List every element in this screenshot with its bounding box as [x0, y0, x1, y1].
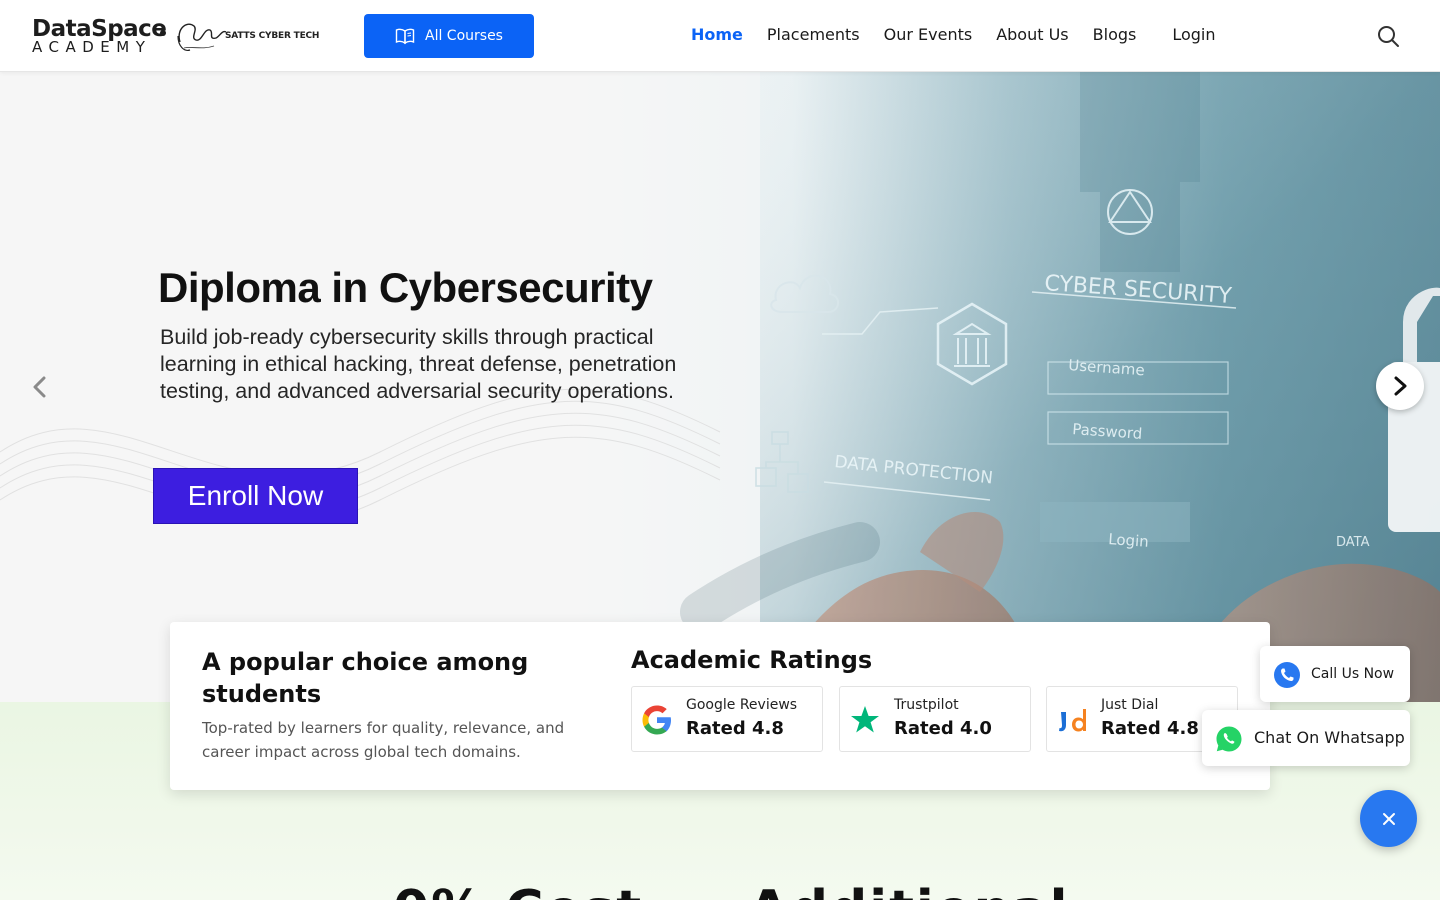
- call-us-label: Call Us Now: [1311, 666, 1395, 682]
- carousel-next-button[interactable]: [1376, 362, 1424, 410]
- carousel-prev-icon[interactable]: [28, 374, 52, 400]
- rating-value: Rated 4.0: [894, 718, 992, 739]
- star-icon: [851, 706, 879, 733]
- whatsapp-label: Chat On Whatsapp: [1254, 728, 1405, 747]
- nav-about-us[interactable]: About Us: [996, 25, 1068, 44]
- brand-sub: ACADEMY: [32, 38, 152, 56]
- rating-source: Trustpilot: [894, 697, 959, 713]
- rating-value: Rated 4.8: [1101, 718, 1199, 739]
- nav-our-events[interactable]: Our Events: [884, 25, 973, 44]
- rating-value: Rated 4.8: [686, 718, 784, 739]
- nav-login[interactable]: Login: [1172, 25, 1215, 44]
- popular-choice-title: A popular choice among students: [202, 648, 529, 708]
- brand-logo[interactable]: DataSpace ACADEMY SATTS CYBER TECH: [32, 16, 322, 58]
- rating-trustpilot[interactable]: Trustpilot Rated 4.0: [839, 686, 1031, 752]
- close-icon: [1382, 812, 1395, 825]
- whatsapp-chat-button[interactable]: Chat On Whatsapp: [1202, 710, 1410, 766]
- rating-google[interactable]: Google Reviews Rated 4.8: [631, 686, 823, 752]
- rating-source: Google Reviews: [686, 697, 798, 713]
- chevron-right-icon: [1394, 376, 1407, 396]
- partner-name: SATTS CYBER TECH: [225, 31, 320, 41]
- nav-home[interactable]: Home: [691, 25, 743, 44]
- hero-banner: CYBER SECURITY Username Password Login D…: [0, 72, 1440, 702]
- art-data-label: DATA: [1336, 535, 1370, 550]
- phone-icon: [1274, 662, 1300, 688]
- google-icon: [642, 705, 671, 735]
- site-header: DataSpace ACADEMY SATTS CYBER TECH All C…: [0, 0, 1440, 72]
- rating-source: Just Dial: [1101, 697, 1159, 713]
- hero-title: Diploma in Cybersecurity: [158, 264, 653, 311]
- partner-signature-logo: [177, 23, 227, 51]
- main-nav: Home Placements Our Events About Us Blog…: [691, 25, 1216, 44]
- close-contact-button[interactable]: [1360, 790, 1417, 847]
- whatsapp-icon: [1216, 726, 1242, 752]
- academic-ratings-title: Academic Ratings: [631, 646, 873, 674]
- all-courses-label: All Courses: [425, 28, 503, 44]
- logo-separator-dot: [160, 30, 166, 36]
- popular-choice-description: Top-rated by learners for quality, relev…: [202, 719, 565, 761]
- all-courses-button[interactable]: All Courses: [364, 14, 534, 58]
- hero-description: Build job-ready cybersecurity skills thr…: [160, 325, 677, 403]
- section-heading-partial: 0% Cost ... Additional: [393, 880, 1069, 900]
- search-icon[interactable]: [1376, 24, 1400, 48]
- ratings-card: A popular choice among students Top-rate…: [170, 622, 1270, 790]
- nav-placements[interactable]: Placements: [767, 25, 860, 44]
- justdial-icon: [1059, 709, 1086, 732]
- art-login-label: Login: [1108, 530, 1150, 551]
- book-icon: [395, 28, 415, 45]
- nav-blogs[interactable]: Blogs: [1093, 25, 1137, 44]
- enroll-now-button[interactable]: Enroll Now: [153, 468, 358, 524]
- call-us-button[interactable]: Call Us Now: [1260, 646, 1410, 702]
